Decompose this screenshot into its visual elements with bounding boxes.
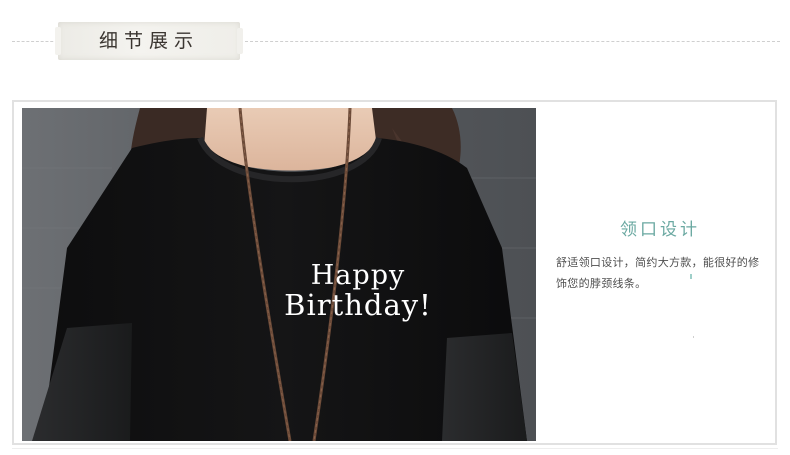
shirt-print-text: Happy Birthday! <box>278 260 438 323</box>
section-header: 细节展示 <box>0 0 790 80</box>
header-divider-left <box>12 41 58 42</box>
print-line-happy: Happy <box>310 260 406 291</box>
feature-description: 舒适领口设计，简约大方款，能很好的修饰您的脖颈线条。 <box>556 256 760 290</box>
title-label-box: 细节展示 <box>55 22 243 60</box>
feature-title: 领口设计 <box>620 220 700 240</box>
decorative-mark <box>690 274 692 279</box>
header-divider-right <box>245 41 780 42</box>
section-title: 细节展示 <box>98 30 199 52</box>
print-line-birthday: Birthday! <box>284 288 432 323</box>
bottom-divider <box>12 448 778 449</box>
decorative-mark <box>693 336 694 338</box>
